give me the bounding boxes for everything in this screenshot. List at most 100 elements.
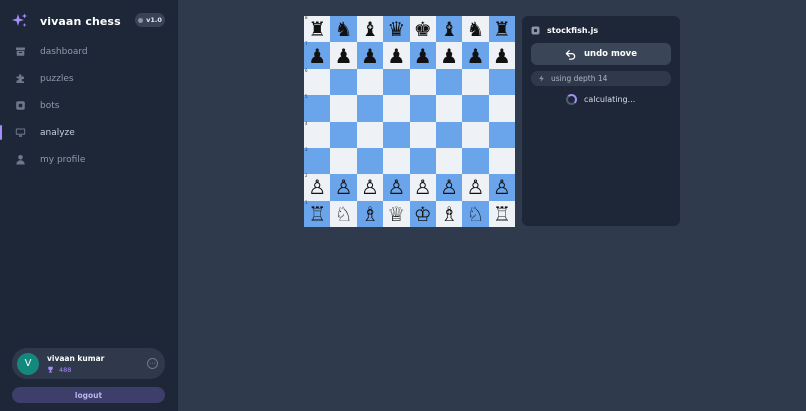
board-square[interactable]: ♙ <box>462 174 489 201</box>
sidebar-item-analyze[interactable]: analyze <box>0 119 178 146</box>
undo-move-button[interactable]: undo move <box>531 43 671 65</box>
board-square[interactable] <box>356 68 384 96</box>
board-square[interactable]: ♘ <box>462 200 489 227</box>
board-square[interactable]: ♟ <box>330 42 357 69</box>
chess-piece[interactable]: ♜ <box>493 19 511 39</box>
board-square[interactable] <box>462 68 489 96</box>
board-square[interactable]: ♗ <box>435 200 463 227</box>
chess-piece[interactable]: ♕ <box>387 204 405 224</box>
chess-piece[interactable]: ♟ <box>308 46 326 66</box>
board-square[interactable] <box>462 121 489 148</box>
board-square[interactable] <box>435 95 463 122</box>
chess-piece[interactable]: ♛ <box>387 19 405 39</box>
board-square[interactable] <box>409 68 436 96</box>
board-square[interactable]: 7 ♟ <box>304 42 331 69</box>
sidebar-item-puzzles[interactable]: puzzles <box>0 65 178 92</box>
board-square[interactable]: 5 <box>304 95 331 122</box>
more-options-icon[interactable]: ⋯ <box>147 358 158 369</box>
sidebar-item-dashboard[interactable]: dashboard <box>0 38 178 65</box>
board-square[interactable] <box>330 68 357 96</box>
board-square[interactable] <box>488 121 515 148</box>
board-square[interactable]: ♟ <box>383 42 410 69</box>
board-square[interactable]: ♙ <box>383 174 410 201</box>
board-square[interactable] <box>330 147 357 175</box>
board-square[interactable] <box>356 121 384 148</box>
board-square[interactable]: ♟ <box>356 42 384 69</box>
chess-piece[interactable]: ♟ <box>387 46 405 66</box>
board-square[interactable] <box>435 121 463 148</box>
chess-piece[interactable]: ♝ <box>440 19 458 39</box>
board-square[interactable]: ♙ <box>488 174 515 201</box>
board-square[interactable]: ♖ <box>488 200 515 227</box>
board-square[interactable] <box>462 147 489 175</box>
chess-piece[interactable]: ♚ <box>414 19 432 39</box>
chess-piece[interactable]: ♗ <box>440 204 458 224</box>
board-square[interactable] <box>409 147 436 175</box>
logout-button[interactable]: logout <box>12 387 165 403</box>
chess-piece[interactable]: ♖ <box>308 204 326 224</box>
board-square[interactable] <box>383 121 410 148</box>
chess-piece[interactable]: ♙ <box>361 177 379 197</box>
board-square[interactable]: ♜ <box>488 16 515 43</box>
board-square[interactable] <box>383 95 410 122</box>
board-square[interactable] <box>383 68 410 96</box>
board-square[interactable] <box>488 147 515 175</box>
chess-piece[interactable]: ♟ <box>466 46 484 66</box>
board-square[interactable] <box>488 95 515 122</box>
chess-piece[interactable]: ♙ <box>493 177 511 197</box>
board-square[interactable]: ♟ <box>488 42 515 69</box>
chess-piece[interactable]: ♔ <box>414 204 432 224</box>
chess-piece[interactable]: ♙ <box>335 177 353 197</box>
board-square[interactable] <box>356 147 384 175</box>
board-square[interactable] <box>435 68 463 96</box>
board-square[interactable]: ♔ <box>409 200 436 227</box>
board-square[interactable]: 2 ♙ <box>304 174 331 201</box>
sidebar-item-my-profile[interactable]: my profile <box>0 146 178 173</box>
chess-piece[interactable]: ♟ <box>414 46 432 66</box>
board-square[interactable]: ♟ <box>409 42 436 69</box>
chess-piece[interactable]: ♙ <box>440 177 458 197</box>
board-square[interactable]: ♟ <box>435 42 463 69</box>
board-square[interactable]: 6 <box>304 68 331 96</box>
chess-piece[interactable]: ♖ <box>493 204 511 224</box>
board-square[interactable]: ♚ <box>409 16 436 43</box>
chess-piece[interactable]: ♟ <box>335 46 353 66</box>
chess-piece[interactable]: ♞ <box>466 19 484 39</box>
board-square[interactable]: ♙ <box>409 174 436 201</box>
user-card[interactable]: V vivaan kumar 488 ⋯ <box>12 348 165 379</box>
chess-piece[interactable]: ♘ <box>466 204 484 224</box>
board-square[interactable]: ♙ <box>330 174 357 201</box>
chess-piece[interactable]: ♟ <box>361 46 379 66</box>
chess-piece[interactable]: ♙ <box>414 177 432 197</box>
chess-piece[interactable]: ♞ <box>335 19 353 39</box>
board-square[interactable]: 4 <box>304 121 331 148</box>
board-square[interactable]: 3 <box>304 147 331 175</box>
board-square[interactable] <box>330 121 357 148</box>
board-square[interactable]: ♕ <box>383 200 410 227</box>
board-square[interactable] <box>330 95 357 122</box>
board-square[interactable]: 1 ♖ <box>304 200 331 227</box>
sidebar-item-bots[interactable]: bots <box>0 92 178 119</box>
chess-piece[interactable]: ♟ <box>440 46 458 66</box>
chess-piece[interactable]: ♟ <box>493 46 511 66</box>
board-square[interactable]: ♝ <box>356 16 384 43</box>
board-square[interactable]: ♗ <box>356 200 384 227</box>
board-square[interactable] <box>409 121 436 148</box>
chess-piece[interactable]: ♙ <box>466 177 484 197</box>
chess-board[interactable]: 8 ♜ ♞ ♝ ♛ ♚ ♝ ♞ ♜ 7 ♟ ♟ ♟ ♟ ♟ ♟ ♟ ♟ 6 5 4 3 2 ♙ ♙ ♙ ♙ ♙ ♙ ♙ ♙ 1 ♖ ♘ ♗ ♕ ♔ ♗ ♘ ♖ <box>304 16 515 227</box>
board-square[interactable] <box>435 147 463 175</box>
board-square[interactable]: ♝ <box>435 16 463 43</box>
chess-piece[interactable]: ♝ <box>361 19 379 39</box>
board-square[interactable]: ♛ <box>383 16 410 43</box>
chess-piece[interactable]: ♘ <box>335 204 353 224</box>
chess-piece[interactable]: ♙ <box>387 177 405 197</box>
board-square[interactable] <box>462 95 489 122</box>
board-square[interactable] <box>356 95 384 122</box>
board-square[interactable]: ♟ <box>462 42 489 69</box>
chess-piece[interactable]: ♗ <box>361 204 379 224</box>
board-square[interactable]: ♙ <box>435 174 463 201</box>
board-square[interactable] <box>409 95 436 122</box>
board-square[interactable] <box>383 147 410 175</box>
board-square[interactable]: 8 ♜ <box>304 16 331 43</box>
board-square[interactable]: ♘ <box>330 200 357 227</box>
